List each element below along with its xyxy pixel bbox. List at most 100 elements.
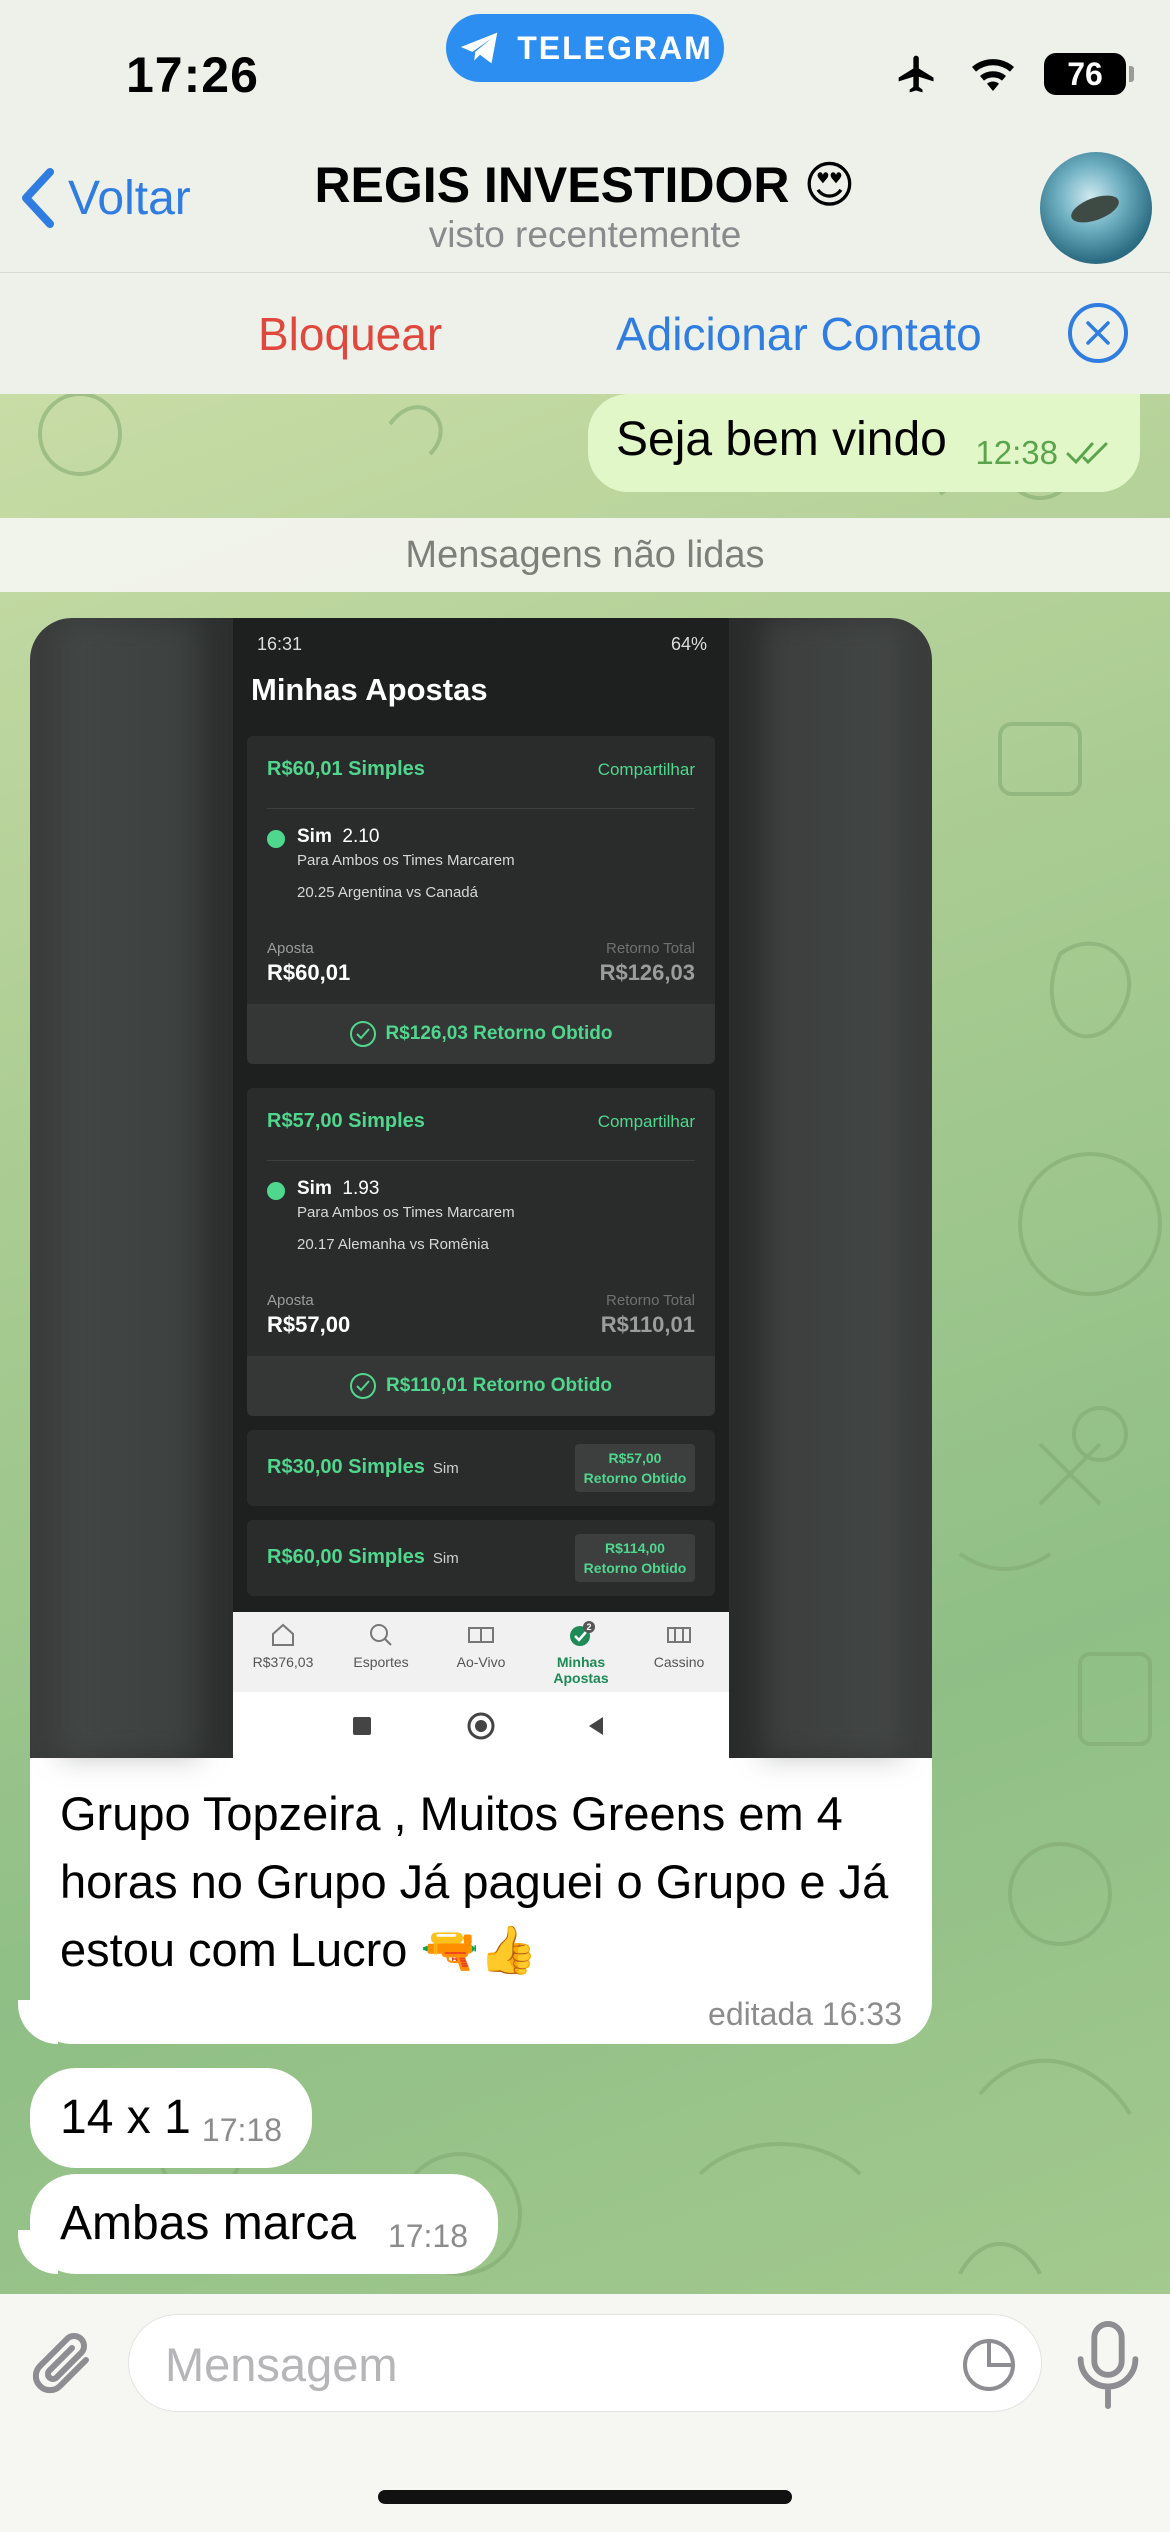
add-contact-button[interactable]: Adicionar Contato — [616, 307, 982, 361]
badge-label: Retorno Obtido — [583, 1560, 687, 1576]
stake-value: R$60,01 — [267, 960, 351, 985]
chat-title[interactable]: REGIS INVESTIDOR 😍 — [0, 156, 1170, 214]
tab-label: Minhas Apostas — [553, 1654, 609, 1686]
compact-selection: Sim — [432, 1550, 459, 1567]
compact-selection: Sim — [432, 1460, 459, 1477]
stake-value: R$57,00 — [267, 1312, 351, 1337]
check-icon — [267, 830, 285, 848]
bet-market: Para Ambos os Times Marcarem — [297, 1204, 515, 1221]
stake-label: Aposta — [267, 940, 314, 957]
check-circle-icon — [350, 1373, 377, 1399]
home-icon — [272, 1623, 294, 1646]
double-check-icon — [1066, 442, 1108, 465]
selection-label: Sim — [297, 826, 332, 847]
close-bar-button[interactable] — [1068, 303, 1128, 363]
unread-divider: Mensagens não lidas — [0, 518, 1170, 592]
contact-action-bar: Bloquear Adicionar Contato — [0, 272, 1170, 394]
battery-level: 76 — [1067, 55, 1103, 92]
divider — [267, 1160, 695, 1161]
sticker-icon[interactable] — [961, 2337, 1017, 2393]
outgoing-message[interactable]: Seja bem vindo 12:38 — [588, 394, 1140, 492]
compact-amount-label: R$60,00 Simples — [267, 1546, 425, 1568]
attachment-icon[interactable] — [30, 2324, 100, 2404]
chat-area[interactable]: Seja bem vindo 12:38 Mensagens não lidas… — [0, 394, 1170, 2294]
message-composer — [0, 2294, 1170, 2532]
status-bar: 17:26 TELEGRAM 76 — [0, 0, 1170, 140]
message-field[interactable] — [128, 2314, 1042, 2412]
return-value: R$110,01 — [600, 1312, 695, 1337]
bet-selection: Sim 1.93 — [297, 1178, 379, 1200]
telegram-icon — [461, 32, 498, 64]
tab-home: R$376,03 — [235, 1620, 331, 1670]
telegram-label: TELEGRAM — [517, 29, 713, 66]
search-icon — [370, 1624, 392, 1646]
chat-header: Voltar REGIS INVESTIDOR 😍 visto recentem… — [0, 140, 1170, 272]
message-text: Ambas marca — [60, 2197, 357, 2250]
tab-badge: 2 — [586, 1622, 591, 1632]
bet-market: Para Ambos os Times Marcarem — [297, 852, 515, 869]
status-icons: 76 — [892, 52, 1134, 96]
compact-bet-card: R$60,00 Simples Sim R$114,00 Retorno Obti… — [247, 1520, 715, 1596]
message-time: 17:18 — [201, 2112, 282, 2148]
tab-label: Cassino — [653, 1654, 705, 1670]
message-edited-time: editada 16:33 — [708, 1996, 902, 2032]
share-link: Compartilhar — [597, 1112, 695, 1131]
check-circle-icon — [349, 1021, 376, 1047]
bet-screenshot: 16:31 64% Minhas Apostas R$60,01 Simples… — [233, 618, 729, 1758]
screenshot-tab-bar: R$376,03 Esportes Ao-Vivo 2 Minhas Apost… — [233, 1612, 729, 1692]
telegram-pill[interactable]: TELEGRAM — [446, 14, 724, 82]
bet-event: 20.25 Argentina vs Canadá — [297, 884, 478, 901]
tab-casino: Cassino — [631, 1620, 727, 1670]
screenshot-title: Minhas Apostas — [251, 672, 488, 707]
divider — [267, 808, 695, 809]
return-label: Retorno Total — [606, 1292, 695, 1309]
photo-message[interactable]: 16:31 64% Minhas Apostas R$60,01 Simples… — [30, 618, 932, 2044]
return-badge: R$114,00 Retorno Obtido — [575, 1534, 695, 1582]
compact-bet-amount: R$60,00 Simples Sim — [267, 1546, 459, 1569]
compact-amount-label: R$30,00 Simples — [267, 1456, 425, 1478]
photo-caption: Grupo Topzeira , Muitos Greens em 4 hora… — [60, 1787, 889, 1976]
message-time: 12:38 — [975, 434, 1058, 471]
bet-card: R$57,00 Simples Compartilhar Sim 1.93 Pa… — [247, 1088, 715, 1416]
share-link: Compartilhar — [597, 760, 695, 779]
result-text: R$110,01 Retorno Obtido — [386, 1375, 612, 1396]
compact-bet-amount: R$30,00 Simples Sim — [267, 1456, 459, 1479]
bet-odds: 2.10 — [342, 826, 380, 847]
bet-amount: R$57,00 Simples — [267, 1110, 425, 1132]
screenshot-status-bar: 16:31 64% — [233, 626, 729, 666]
battery-indicator: 76 — [1044, 53, 1134, 95]
tab-label: Ao-Vivo — [456, 1654, 506, 1670]
badge-value: R$57,00 — [608, 1450, 662, 1466]
tab-sports: Esportes — [333, 1620, 429, 1670]
wifi-icon — [972, 59, 1014, 91]
screenshot-nav-bar — [233, 1692, 729, 1758]
incoming-message[interactable]: 14 x 1 17:18 — [30, 2068, 312, 2168]
message-meta: 12:38 — [975, 434, 1110, 472]
return-badge: R$57,00 Retorno Obtido — [575, 1444, 695, 1492]
tab-label: R$376,03 — [252, 1654, 314, 1670]
bet-card: R$60,01 Simples Compartilhar Sim 2.10 Pa… — [247, 736, 715, 1064]
message-photo[interactable]: 16:31 64% Minhas Apostas R$60,01 Simples… — [30, 618, 932, 1758]
check-circle-icon: 2 — [570, 1621, 595, 1646]
badge-value: R$114,00 — [605, 1540, 665, 1556]
close-icon — [1086, 321, 1110, 345]
avatar[interactable] — [1040, 152, 1152, 264]
bet-amount: R$60,01 Simples — [267, 758, 425, 780]
tab-live: Ao-Vivo — [433, 1620, 529, 1670]
bet-selection: Sim 2.10 — [297, 826, 379, 848]
slot-machine-icon — [667, 1627, 691, 1643]
return-label: Retorno Total — [606, 940, 695, 957]
check-icon — [267, 1182, 285, 1200]
message-text: Seja bem vindo — [616, 413, 947, 466]
block-button[interactable]: Bloquear — [258, 307, 442, 361]
incoming-message[interactable]: Ambas marca 17:18 — [30, 2174, 498, 2274]
badge-label: Retorno Obtido — [583, 1470, 687, 1486]
message-input[interactable] — [165, 2333, 945, 2395]
pitch-icon — [468, 1627, 494, 1643]
message-time: 17:18 — [387, 2218, 468, 2254]
result-text: R$126,03 Retorno Obtido — [385, 1023, 613, 1044]
tab-label: Esportes — [353, 1654, 409, 1670]
bet-event: 20.17 Alemanha vs Romênia — [297, 1236, 489, 1253]
microphone-icon[interactable] — [1072, 2320, 1144, 2410]
airplane-icon — [898, 55, 934, 93]
